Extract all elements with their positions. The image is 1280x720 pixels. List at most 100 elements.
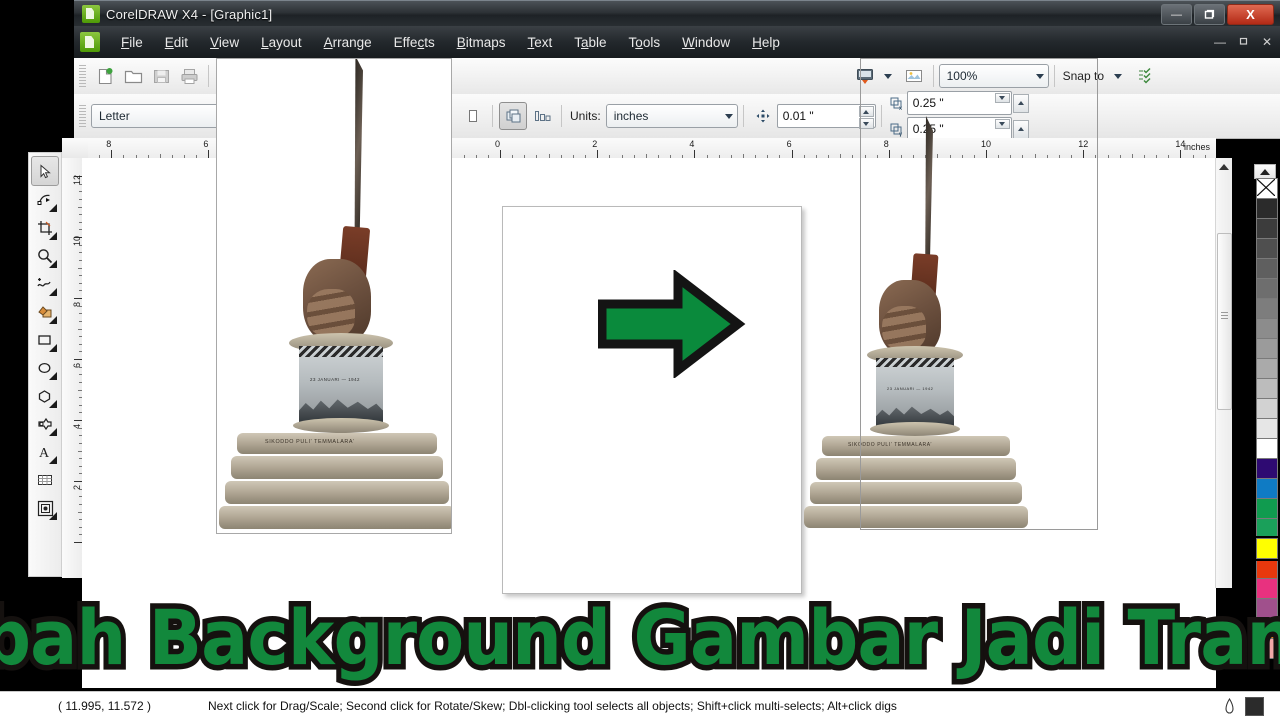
shape-tool-flyout-icon[interactable] [49,204,57,212]
print-icon[interactable] [176,63,202,89]
polygon-tool[interactable] [32,382,58,410]
table-tool[interactable] [32,466,58,494]
palette-swatch[interactable] [1256,218,1278,239]
color-palette[interactable] [1254,178,1280,659]
text-tool-flyout-icon[interactable] [49,456,57,464]
freehand-tool[interactable] [32,270,58,298]
zoom-tool-flyout-icon[interactable] [49,260,57,268]
property-separator-3 [742,105,744,127]
palette-swatch[interactable] [1256,378,1278,399]
doc-restore-button[interactable] [1239,35,1249,49]
rectangle-tool[interactable] [32,326,58,354]
interactive-blend-tool[interactable] [32,494,58,522]
palette-swatch[interactable] [1256,498,1278,519]
palette-swatch[interactable] [1256,358,1278,379]
palette-swatch[interactable] [1256,478,1278,499]
palette-swatch[interactable] [1256,198,1278,219]
ruler-unit-label: inches [1183,142,1210,152]
perfect-shapes-flyout-icon[interactable] [49,428,57,436]
page-right[interactable] [502,206,802,594]
palette-swatch[interactable] [1256,638,1278,659]
menu-item-help[interactable]: Help [741,31,791,54]
palette-swatch[interactable] [1256,278,1278,299]
align-objects-icon[interactable] [529,103,555,129]
menu-item-layout[interactable]: Layout [250,31,313,54]
scrollbar-thumb[interactable] [1217,233,1232,410]
palette-swatch[interactable] [1256,618,1278,639]
ruler-label: 2 [592,139,598,149]
crop-tool-flyout-icon[interactable] [49,232,57,240]
snap-dropdown-caret-icon[interactable] [1114,73,1122,79]
maximize-button[interactable] [1194,4,1225,25]
menu-item-view[interactable]: View [199,31,250,54]
units-combo[interactable]: inches [605,104,738,128]
ruler-tick-vertical [74,359,82,360]
smart-fill-flyout-icon[interactable] [49,316,57,324]
menu-item-window[interactable]: Window [671,31,741,54]
palette-swatch[interactable] [1256,458,1278,479]
scrollbar-grip-icon [1221,312,1228,319]
doc-close-button[interactable]: ✕ [1262,35,1272,49]
property-bar-grip[interactable] [79,105,86,127]
rectangle-tool-flyout-icon[interactable] [49,344,57,352]
palette-swatch[interactable] [1256,338,1278,359]
menu-item-edit[interactable]: Edit [154,31,199,54]
text-tool[interactable]: A [32,438,58,466]
palette-swatch[interactable] [1256,438,1278,459]
open-folder-icon[interactable] [120,63,146,89]
palette-swatch[interactable] [1256,518,1278,539]
palette-swatch[interactable] [1256,418,1278,439]
menu-item-table[interactable]: Table [563,31,617,54]
ellipse-tool[interactable] [32,354,58,382]
palette-swatch[interactable] [1256,398,1278,419]
toolbar-grip[interactable] [79,65,86,87]
save-disk-icon[interactable] [148,63,174,89]
monument-slab-4-source [219,506,451,529]
ruler-corner[interactable] [62,138,89,159]
menu-item-arrange[interactable]: Arrange [313,31,383,54]
palette-swatch[interactable] [1254,536,1280,561]
ruler-tick [111,150,113,158]
palette-swatch[interactable] [1256,258,1278,279]
scroll-up-arrow-icon[interactable] [1219,164,1229,170]
menu-item-text[interactable]: Text [517,31,564,54]
shape-tool[interactable] [32,186,58,214]
palette-scroll-up-icon[interactable] [1254,164,1276,179]
menu-item-effects[interactable]: Effects [383,31,446,54]
app-menu-logo-icon[interactable] [80,32,100,52]
minimize-button[interactable]: — [1161,4,1192,25]
close-button[interactable]: X [1227,4,1274,25]
vertical-scrollbar[interactable] [1215,158,1232,588]
no-color-swatch[interactable] [1256,178,1278,199]
vertical-ruler[interactable]: 12 10 8 6 4 2 [62,158,83,578]
palette-swatch[interactable] [1256,578,1278,599]
portrait-orientation-icon[interactable] [460,103,486,129]
menu-item-tools[interactable]: Tools [618,31,672,54]
ellipse-tool-flyout-icon[interactable] [49,372,57,380]
source-image-frame[interactable]: 23 JANUARI — 1942 SIKODDO PULI’ TEMMALAR… [216,58,452,534]
interactive-tool-flyout-icon[interactable] [49,512,57,520]
polygon-tool-flyout-icon[interactable] [49,400,57,408]
doc-minimize-button[interactable]: — [1214,35,1226,49]
smart-fill-tool[interactable] [32,298,58,326]
palette-swatch[interactable] [1256,558,1278,579]
palette-swatch[interactable] [1256,318,1278,339]
perfect-shapes-tool[interactable] [32,410,58,438]
palette-swatch[interactable] [1256,298,1278,319]
all-objects-icon[interactable] [499,102,527,130]
palette-swatch[interactable] [1256,238,1278,259]
ruler-tick [500,150,501,158]
pick-tool[interactable] [31,156,59,186]
zoom-tool[interactable] [32,242,58,270]
selection-box-right[interactable] [860,58,1098,530]
new-document-icon[interactable] [92,63,118,89]
menu-item-file[interactable]: File [110,31,154,54]
units-caret-icon[interactable] [724,113,733,119]
outline-pen-icon[interactable] [1223,697,1237,715]
snap-checklist-icon[interactable] [1133,63,1159,89]
menu-item-bitmaps[interactable]: Bitmaps [446,31,517,54]
freehand-tool-flyout-icon[interactable] [49,288,57,296]
crop-tool[interactable] [32,214,58,242]
fill-color-swatch[interactable] [1245,696,1264,716]
palette-swatch[interactable] [1256,598,1278,619]
